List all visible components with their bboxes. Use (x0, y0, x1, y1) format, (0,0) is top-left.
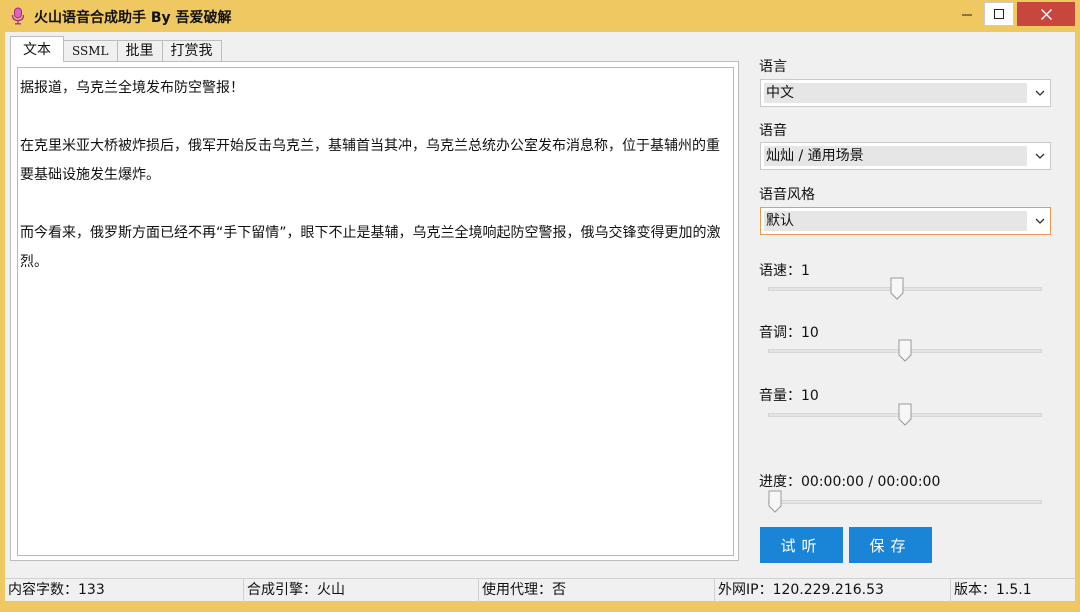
status-ip: 外网IP：120.229.216.53 (715, 579, 951, 602)
status-char-count: 内容字数：133 (5, 579, 244, 602)
status-engine: 合成引擎：火山 (244, 579, 479, 602)
language-label: 语言 (759, 59, 787, 75)
pitch-slider[interactable] (768, 339, 1042, 363)
slider-thumb[interactable] (898, 339, 912, 363)
status-version: 版本：1.5.1 (954, 582, 1032, 598)
tab-strip: 文本 SSML 批里 打赏我 (10, 36, 222, 62)
text-tab-panel: 据报道，乌克兰全境发布防空警报！ 在克里米亚大桥被炸损后，俄军开始反击乌克兰，基… (10, 61, 739, 561)
minimize-icon (962, 14, 972, 16)
maximize-icon (994, 9, 1004, 19)
close-icon (1040, 8, 1052, 20)
style-label: 语音风格 (759, 187, 815, 203)
voice-select[interactable]: 灿灿 / 通用场景 (760, 142, 1051, 170)
chevron-down-icon (1035, 153, 1045, 159)
minimize-button[interactable] (952, 0, 982, 30)
text-paragraph: 而今看来，俄罗斯方面已经不再“手下留情”，眼下不止是基辅，乌克兰全境响起防空警报… (20, 225, 721, 270)
tab-batch[interactable]: 批里 (116, 40, 163, 62)
volume-label: 音量：10 (759, 388, 819, 404)
client-area: 文本 SSML 批里 打赏我 据报道，乌克兰全境发布防空警报！ 在克里米亚大桥被… (5, 32, 1075, 578)
preview-button[interactable]: 试听 (760, 527, 843, 563)
slider-thumb[interactable] (898, 403, 912, 427)
tab-donate[interactable]: 打赏我 (161, 40, 222, 62)
progress-slider[interactable] (768, 490, 1042, 514)
maximize-button[interactable] (984, 2, 1014, 26)
status-bar: 内容字数：133 合成引擎：火山 使用代理：否 外网IP：120.229.216… (5, 578, 1075, 602)
save-button[interactable]: 保存 (849, 527, 932, 563)
style-select[interactable]: 默认 (760, 207, 1051, 235)
language-value: 中文 (764, 83, 1027, 103)
slider-thumb[interactable] (768, 490, 782, 514)
title-bar: 火山语音合成助手 By 吾爱破解 (0, 0, 1080, 32)
chevron-down-icon (1035, 90, 1045, 96)
slider-track (768, 500, 1042, 504)
style-value: 默认 (764, 211, 1027, 231)
voice-value: 灿灿 / 通用场景 (764, 146, 1027, 166)
close-button[interactable] (1017, 2, 1075, 26)
chevron-down-icon (1035, 218, 1045, 224)
window-title: 火山语音合成助手 By 吾爱破解 (34, 10, 232, 26)
microphone-icon (11, 7, 25, 25)
voice-label: 语音 (759, 123, 787, 139)
volume-slider[interactable] (768, 403, 1042, 427)
slider-track (768, 287, 1042, 291)
language-select[interactable]: 中文 (760, 79, 1051, 107)
text-paragraph: 在克里米亚大桥被炸损后，俄军开始反击乌克兰，基辅首当其冲，乌克兰总统办公室发布消… (20, 138, 720, 183)
progress-label: 进度：00:00:00 / 00:00:00 (759, 474, 941, 490)
speed-slider[interactable] (768, 277, 1042, 301)
tab-text[interactable]: 文本 (10, 36, 64, 62)
text-input-area[interactable]: 据报道，乌克兰全境发布防空警报！ 在克里米亚大桥被炸损后，俄军开始反击乌克兰，基… (17, 67, 734, 556)
slider-thumb[interactable] (890, 277, 904, 301)
app-window: 火山语音合成助手 By 吾爱破解 文本 SSML 批里 打赏我 据报道，乌克兰全… (0, 0, 1080, 612)
status-proxy: 使用代理：否 (479, 579, 715, 602)
text-paragraph: 据报道，乌克兰全境发布防空警报！ (20, 80, 244, 96)
tab-ssml[interactable]: SSML (63, 40, 118, 62)
